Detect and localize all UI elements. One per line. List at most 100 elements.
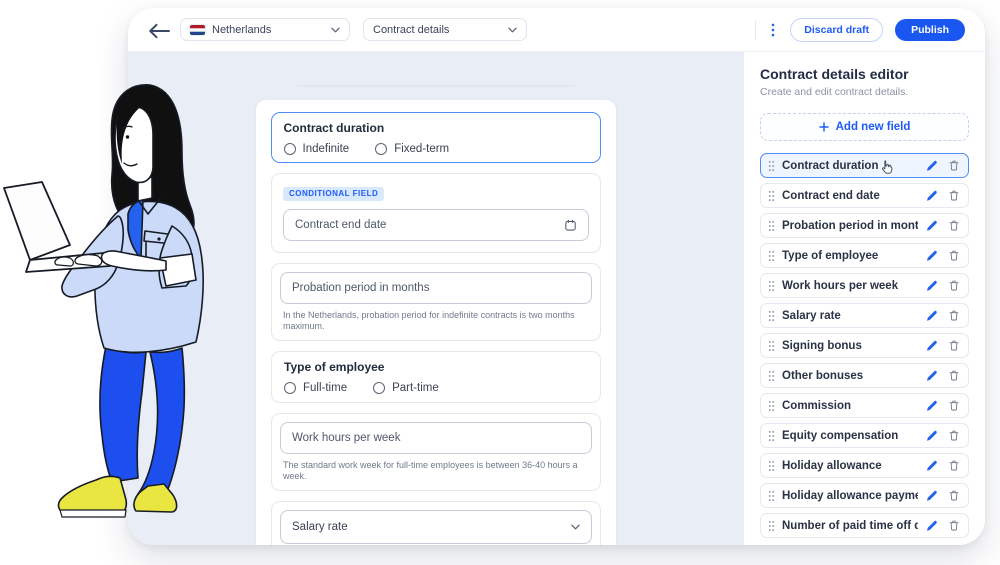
drag-handle-icon[interactable] xyxy=(768,220,775,232)
country-select-value: Netherlands xyxy=(212,24,324,36)
field-row-label: Contract duration xyxy=(782,160,918,172)
field-row-equity[interactable]: Equity compensation xyxy=(760,423,969,448)
edit-icon[interactable] xyxy=(925,279,938,292)
drag-handle-icon[interactable] xyxy=(768,460,775,472)
field-row-salary-rate[interactable]: Salary rate xyxy=(760,303,969,328)
contract-end-date-input[interactable] xyxy=(283,209,589,241)
country-select[interactable]: Netherlands xyxy=(180,18,350,41)
contract-end-date-field[interactable] xyxy=(295,219,564,231)
kebab-menu-icon[interactable] xyxy=(771,23,775,37)
netherlands-flag-icon xyxy=(190,25,205,35)
edit-icon[interactable] xyxy=(925,399,938,412)
radio-label: Part-time xyxy=(392,382,439,394)
delete-icon[interactable] xyxy=(948,159,960,172)
drag-handle-icon[interactable] xyxy=(768,340,775,352)
edit-icon[interactable] xyxy=(925,339,938,352)
delete-icon[interactable] xyxy=(948,219,960,232)
edit-icon[interactable] xyxy=(925,249,938,262)
drag-handle-icon[interactable] xyxy=(768,160,775,172)
edit-icon[interactable] xyxy=(925,309,938,322)
radio-part-time[interactable]: Part-time xyxy=(373,382,439,394)
conditional-field-badge: CONDITIONAL FIELD xyxy=(283,187,384,201)
card-salary-rate[interactable]: Salary rate xyxy=(271,501,601,545)
field-row-probation[interactable]: Probation period in months xyxy=(760,213,969,238)
card-work-hours[interactable]: The standard work week for full-time emp… xyxy=(271,413,601,491)
edit-icon[interactable] xyxy=(925,159,938,172)
delete-icon[interactable] xyxy=(948,519,960,532)
drag-handle-icon[interactable] xyxy=(768,280,775,292)
card-contract-end-date[interactable]: CONDITIONAL FIELD xyxy=(271,173,601,253)
drag-handle-icon[interactable] xyxy=(768,190,775,202)
delete-icon[interactable] xyxy=(948,249,960,262)
delete-icon[interactable] xyxy=(948,339,960,352)
delete-icon[interactable] xyxy=(948,189,960,202)
edit-icon[interactable] xyxy=(925,189,938,202)
field-row-holiday-allowance[interactable]: Holiday allowance xyxy=(760,453,969,478)
form-panel: Contract duration Indefinite Fixed-term xyxy=(256,100,616,545)
work-hours-field[interactable] xyxy=(292,432,580,444)
edit-icon[interactable] xyxy=(925,459,938,472)
field-row-label: Probation period in months xyxy=(782,220,918,232)
field-label: Type of employee xyxy=(284,360,588,375)
field-row-commission[interactable]: Commission xyxy=(760,393,969,418)
drag-handle-icon[interactable] xyxy=(768,250,775,262)
field-row-signing-bonus[interactable]: Signing bonus xyxy=(760,333,969,358)
delete-icon[interactable] xyxy=(948,489,960,502)
card-probation-period[interactable]: In the Netherlands, probation period for… xyxy=(271,263,601,341)
template-select[interactable]: Contract details xyxy=(363,18,527,41)
probation-field[interactable] xyxy=(292,282,580,294)
edit-icon[interactable] xyxy=(925,519,938,532)
drag-handle-icon[interactable] xyxy=(768,370,775,382)
chevron-down-icon xyxy=(571,524,580,530)
delete-icon[interactable] xyxy=(948,279,960,292)
field-row-other-bonuses[interactable]: Other bonuses xyxy=(760,363,969,388)
field-row-label: Holiday allowance payment fre... xyxy=(782,490,918,502)
salary-rate-select[interactable]: Salary rate xyxy=(280,510,592,544)
field-row-paid-time-off[interactable]: Number of paid time off days xyxy=(760,513,969,538)
drag-handle-icon[interactable] xyxy=(768,310,775,322)
add-new-field-button[interactable]: Add new field xyxy=(760,113,969,141)
card-contract-duration[interactable]: Contract duration Indefinite Fixed-term xyxy=(271,112,601,163)
field-row-contract-duration[interactable]: Contract duration xyxy=(760,153,969,178)
edit-icon[interactable] xyxy=(925,219,938,232)
edit-icon[interactable] xyxy=(925,429,938,442)
delete-icon[interactable] xyxy=(948,429,960,442)
delete-icon[interactable] xyxy=(948,369,960,382)
radio-fixed-term[interactable]: Fixed-term xyxy=(375,143,449,155)
calendar-icon[interactable] xyxy=(564,219,577,232)
probation-helper-text: In the Netherlands, probation period for… xyxy=(280,310,592,332)
sidebar-title: Contract details editor xyxy=(760,66,969,82)
radio-circle-icon[interactable] xyxy=(284,143,296,155)
field-row-contract-end-date[interactable]: Contract end date xyxy=(760,183,969,208)
field-row-employee-type[interactable]: Type of employee xyxy=(760,243,969,268)
discard-draft-button[interactable]: Discard draft xyxy=(790,18,883,42)
drag-handle-icon[interactable] xyxy=(768,400,775,412)
radio-circle-icon[interactable] xyxy=(284,382,296,394)
work-hours-input[interactable] xyxy=(280,422,592,454)
edit-icon[interactable] xyxy=(925,489,938,502)
field-row-holiday-frequency[interactable]: Holiday allowance payment fre... xyxy=(760,483,969,508)
back-arrow-icon[interactable] xyxy=(148,23,170,39)
radio-circle-icon[interactable] xyxy=(375,143,387,155)
field-row-label: Number of paid time off days xyxy=(782,520,918,532)
chevron-down-icon xyxy=(508,27,517,33)
delete-icon[interactable] xyxy=(948,309,960,322)
field-row-work-hours[interactable]: Work hours per week xyxy=(760,273,969,298)
topbar-divider xyxy=(755,20,756,40)
field-row-label: Type of employee xyxy=(782,250,918,262)
probation-input[interactable] xyxy=(280,272,592,304)
drag-handle-icon[interactable] xyxy=(768,520,775,532)
radio-circle-icon[interactable] xyxy=(373,382,385,394)
delete-icon[interactable] xyxy=(948,459,960,472)
delete-icon[interactable] xyxy=(948,399,960,412)
template-select-value: Contract details xyxy=(373,24,501,36)
radio-full-time[interactable]: Full-time xyxy=(284,382,347,394)
card-employee-type[interactable]: Type of employee Full-time Part-time xyxy=(271,351,601,403)
publish-button[interactable]: Publish xyxy=(895,19,965,41)
contract-details-sidebar: Contract details editor Create and edit … xyxy=(744,52,985,545)
drag-handle-icon[interactable] xyxy=(768,490,775,502)
radio-indefinite[interactable]: Indefinite xyxy=(284,143,350,155)
drag-handle-icon[interactable] xyxy=(768,430,775,442)
radio-label: Full-time xyxy=(303,382,347,394)
edit-icon[interactable] xyxy=(925,369,938,382)
